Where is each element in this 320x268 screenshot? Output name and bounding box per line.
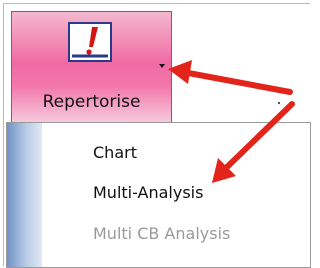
repertorise-button[interactable]: Repertorise [11, 11, 172, 127]
repertorise-dropdown-menu: Chart Multi-Analysis Multi CB Analysis [6, 122, 311, 268]
menu-icon-gutter [7, 123, 42, 267]
menu-item-multi-cb-analysis: Multi CB Analysis [93, 224, 231, 243]
repertorise-label: Repertorise [42, 92, 141, 112]
menu-item-multi-analysis[interactable]: Multi-Analysis [43, 173, 310, 213]
menu-item-chart[interactable]: Chart [43, 133, 310, 173]
exclamation-icon [68, 22, 112, 62]
chevron-down-icon[interactable] [156, 60, 168, 72]
separator-dot [278, 102, 280, 104]
window-frame: Repertorise Chart Multi-Analysis Multi C… [3, 3, 311, 268]
